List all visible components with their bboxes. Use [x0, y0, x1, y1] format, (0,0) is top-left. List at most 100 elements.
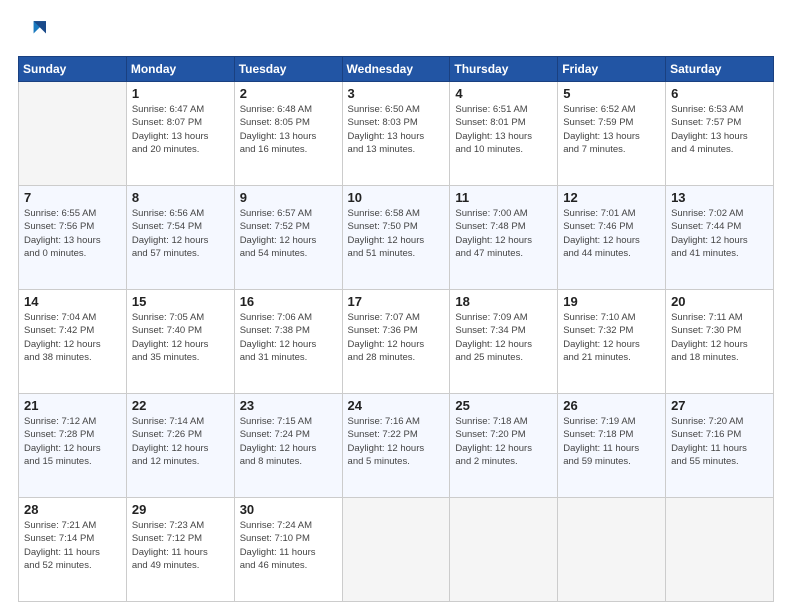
day-cell [450, 498, 558, 602]
logo-icon [18, 18, 46, 46]
day-cell: 28 Sunrise: 7:21 AM Sunset: 7:14 PM Dayli… [19, 498, 127, 602]
day-number: 6 [671, 86, 768, 101]
header [18, 18, 774, 46]
header-cell-sunday: Sunday [19, 57, 127, 82]
day-info: Sunrise: 7:05 AM Sunset: 7:40 PM Dayligh… [132, 311, 229, 364]
day-number: 19 [563, 294, 660, 309]
day-cell: 17 Sunrise: 7:07 AM Sunset: 7:36 PM Dayli… [342, 290, 450, 394]
day-number: 2 [240, 86, 337, 101]
day-number: 8 [132, 190, 229, 205]
week-row-3: 21 Sunrise: 7:12 AM Sunset: 7:28 PM Dayli… [19, 394, 774, 498]
day-number: 13 [671, 190, 768, 205]
day-info: Sunrise: 7:20 AM Sunset: 7:16 PM Dayligh… [671, 415, 768, 468]
day-info: Sunrise: 6:51 AM Sunset: 8:01 PM Dayligh… [455, 103, 552, 156]
day-number: 28 [24, 502, 121, 517]
day-cell [19, 82, 127, 186]
day-info: Sunrise: 7:10 AM Sunset: 7:32 PM Dayligh… [563, 311, 660, 364]
day-number: 30 [240, 502, 337, 517]
day-info: Sunrise: 7:12 AM Sunset: 7:28 PM Dayligh… [24, 415, 121, 468]
day-info: Sunrise: 7:24 AM Sunset: 7:10 PM Dayligh… [240, 519, 337, 572]
day-info: Sunrise: 6:52 AM Sunset: 7:59 PM Dayligh… [563, 103, 660, 156]
day-number: 11 [455, 190, 552, 205]
day-info: Sunrise: 7:00 AM Sunset: 7:48 PM Dayligh… [455, 207, 552, 260]
day-info: Sunrise: 6:53 AM Sunset: 7:57 PM Dayligh… [671, 103, 768, 156]
header-cell-saturday: Saturday [666, 57, 774, 82]
day-number: 16 [240, 294, 337, 309]
day-cell: 15 Sunrise: 7:05 AM Sunset: 7:40 PM Dayli… [126, 290, 234, 394]
day-cell: 22 Sunrise: 7:14 AM Sunset: 7:26 PM Dayli… [126, 394, 234, 498]
day-info: Sunrise: 7:11 AM Sunset: 7:30 PM Dayligh… [671, 311, 768, 364]
day-info: Sunrise: 7:21 AM Sunset: 7:14 PM Dayligh… [24, 519, 121, 572]
day-number: 18 [455, 294, 552, 309]
day-number: 12 [563, 190, 660, 205]
day-info: Sunrise: 6:47 AM Sunset: 8:07 PM Dayligh… [132, 103, 229, 156]
day-number: 15 [132, 294, 229, 309]
day-info: Sunrise: 7:07 AM Sunset: 7:36 PM Dayligh… [348, 311, 445, 364]
day-cell: 3Sunrise: 6:50 AM Sunset: 8:03 PM Daylig… [342, 82, 450, 186]
day-cell: 8Sunrise: 6:56 AM Sunset: 7:54 PM Daylig… [126, 186, 234, 290]
day-info: Sunrise: 7:23 AM Sunset: 7:12 PM Dayligh… [132, 519, 229, 572]
day-cell: 10 Sunrise: 6:58 AM Sunset: 7:50 PM Dayli… [342, 186, 450, 290]
day-cell: 20 Sunrise: 7:11 AM Sunset: 7:30 PM Dayli… [666, 290, 774, 394]
day-cell: 6 Sunrise: 6:53 AM Sunset: 7:57 PM Daylig… [666, 82, 774, 186]
page: SundayMondayTuesdayWednesdayThursdayFrid… [0, 0, 792, 612]
day-cell: 11 Sunrise: 7:00 AM Sunset: 7:48 PM Dayli… [450, 186, 558, 290]
day-number: 1 [132, 86, 229, 101]
day-number: 4 [455, 86, 552, 101]
day-cell: 18Sunrise: 7:09 AM Sunset: 7:34 PM Dayli… [450, 290, 558, 394]
week-row-1: 7 Sunrise: 6:55 AM Sunset: 7:56 PM Daylig… [19, 186, 774, 290]
day-info: Sunrise: 6:50 AM Sunset: 8:03 PM Dayligh… [348, 103, 445, 156]
day-number: 9 [240, 190, 337, 205]
day-number: 20 [671, 294, 768, 309]
day-cell: 29 Sunrise: 7:23 AM Sunset: 7:12 PM Dayli… [126, 498, 234, 602]
day-cell: 23Sunrise: 7:15 AM Sunset: 7:24 PM Dayli… [234, 394, 342, 498]
day-number: 5 [563, 86, 660, 101]
day-number: 21 [24, 398, 121, 413]
day-cell: 24Sunrise: 7:16 AM Sunset: 7:22 PM Dayli… [342, 394, 450, 498]
day-number: 23 [240, 398, 337, 413]
day-number: 24 [348, 398, 445, 413]
header-cell-friday: Friday [558, 57, 666, 82]
week-row-4: 28 Sunrise: 7:21 AM Sunset: 7:14 PM Dayli… [19, 498, 774, 602]
day-cell: 21 Sunrise: 7:12 AM Sunset: 7:28 PM Dayli… [19, 394, 127, 498]
day-info: Sunrise: 7:02 AM Sunset: 7:44 PM Dayligh… [671, 207, 768, 260]
day-cell [558, 498, 666, 602]
day-cell: 12Sunrise: 7:01 AM Sunset: 7:46 PM Dayli… [558, 186, 666, 290]
day-info: Sunrise: 6:57 AM Sunset: 7:52 PM Dayligh… [240, 207, 337, 260]
day-number: 22 [132, 398, 229, 413]
header-cell-wednesday: Wednesday [342, 57, 450, 82]
day-number: 10 [348, 190, 445, 205]
day-cell: 7 Sunrise: 6:55 AM Sunset: 7:56 PM Daylig… [19, 186, 127, 290]
header-cell-tuesday: Tuesday [234, 57, 342, 82]
day-number: 29 [132, 502, 229, 517]
week-row-0: 1 Sunrise: 6:47 AM Sunset: 8:07 PM Daylig… [19, 82, 774, 186]
day-cell: 9 Sunrise: 6:57 AM Sunset: 7:52 PM Daylig… [234, 186, 342, 290]
day-info: Sunrise: 7:18 AM Sunset: 7:20 PM Dayligh… [455, 415, 552, 468]
day-cell: 14 Sunrise: 7:04 AM Sunset: 7:42 PM Dayli… [19, 290, 127, 394]
day-cell: 30 Sunrise: 7:24 AM Sunset: 7:10 PM Dayli… [234, 498, 342, 602]
day-info: Sunrise: 6:55 AM Sunset: 7:56 PM Dayligh… [24, 207, 121, 260]
day-cell: 13 Sunrise: 7:02 AM Sunset: 7:44 PM Dayli… [666, 186, 774, 290]
calendar-table: SundayMondayTuesdayWednesdayThursdayFrid… [18, 56, 774, 602]
day-number: 17 [348, 294, 445, 309]
day-number: 7 [24, 190, 121, 205]
day-cell: 26Sunrise: 7:19 AM Sunset: 7:18 PM Dayli… [558, 394, 666, 498]
day-cell: 25Sunrise: 7:18 AM Sunset: 7:20 PM Dayli… [450, 394, 558, 498]
day-cell: 4 Sunrise: 6:51 AM Sunset: 8:01 PM Daylig… [450, 82, 558, 186]
day-number: 26 [563, 398, 660, 413]
day-info: Sunrise: 6:58 AM Sunset: 7:50 PM Dayligh… [348, 207, 445, 260]
header-cell-thursday: Thursday [450, 57, 558, 82]
day-cell [666, 498, 774, 602]
day-cell: 1 Sunrise: 6:47 AM Sunset: 8:07 PM Daylig… [126, 82, 234, 186]
day-info: Sunrise: 7:04 AM Sunset: 7:42 PM Dayligh… [24, 311, 121, 364]
logo [18, 18, 48, 46]
day-info: Sunrise: 7:06 AM Sunset: 7:38 PM Dayligh… [240, 311, 337, 364]
day-cell [342, 498, 450, 602]
day-cell: 16 Sunrise: 7:06 AM Sunset: 7:38 PM Dayli… [234, 290, 342, 394]
day-number: 14 [24, 294, 121, 309]
day-info: Sunrise: 7:14 AM Sunset: 7:26 PM Dayligh… [132, 415, 229, 468]
header-row: SundayMondayTuesdayWednesdayThursdayFrid… [19, 57, 774, 82]
day-cell: 27 Sunrise: 7:20 AM Sunset: 7:16 PM Dayli… [666, 394, 774, 498]
day-number: 27 [671, 398, 768, 413]
header-cell-monday: Monday [126, 57, 234, 82]
